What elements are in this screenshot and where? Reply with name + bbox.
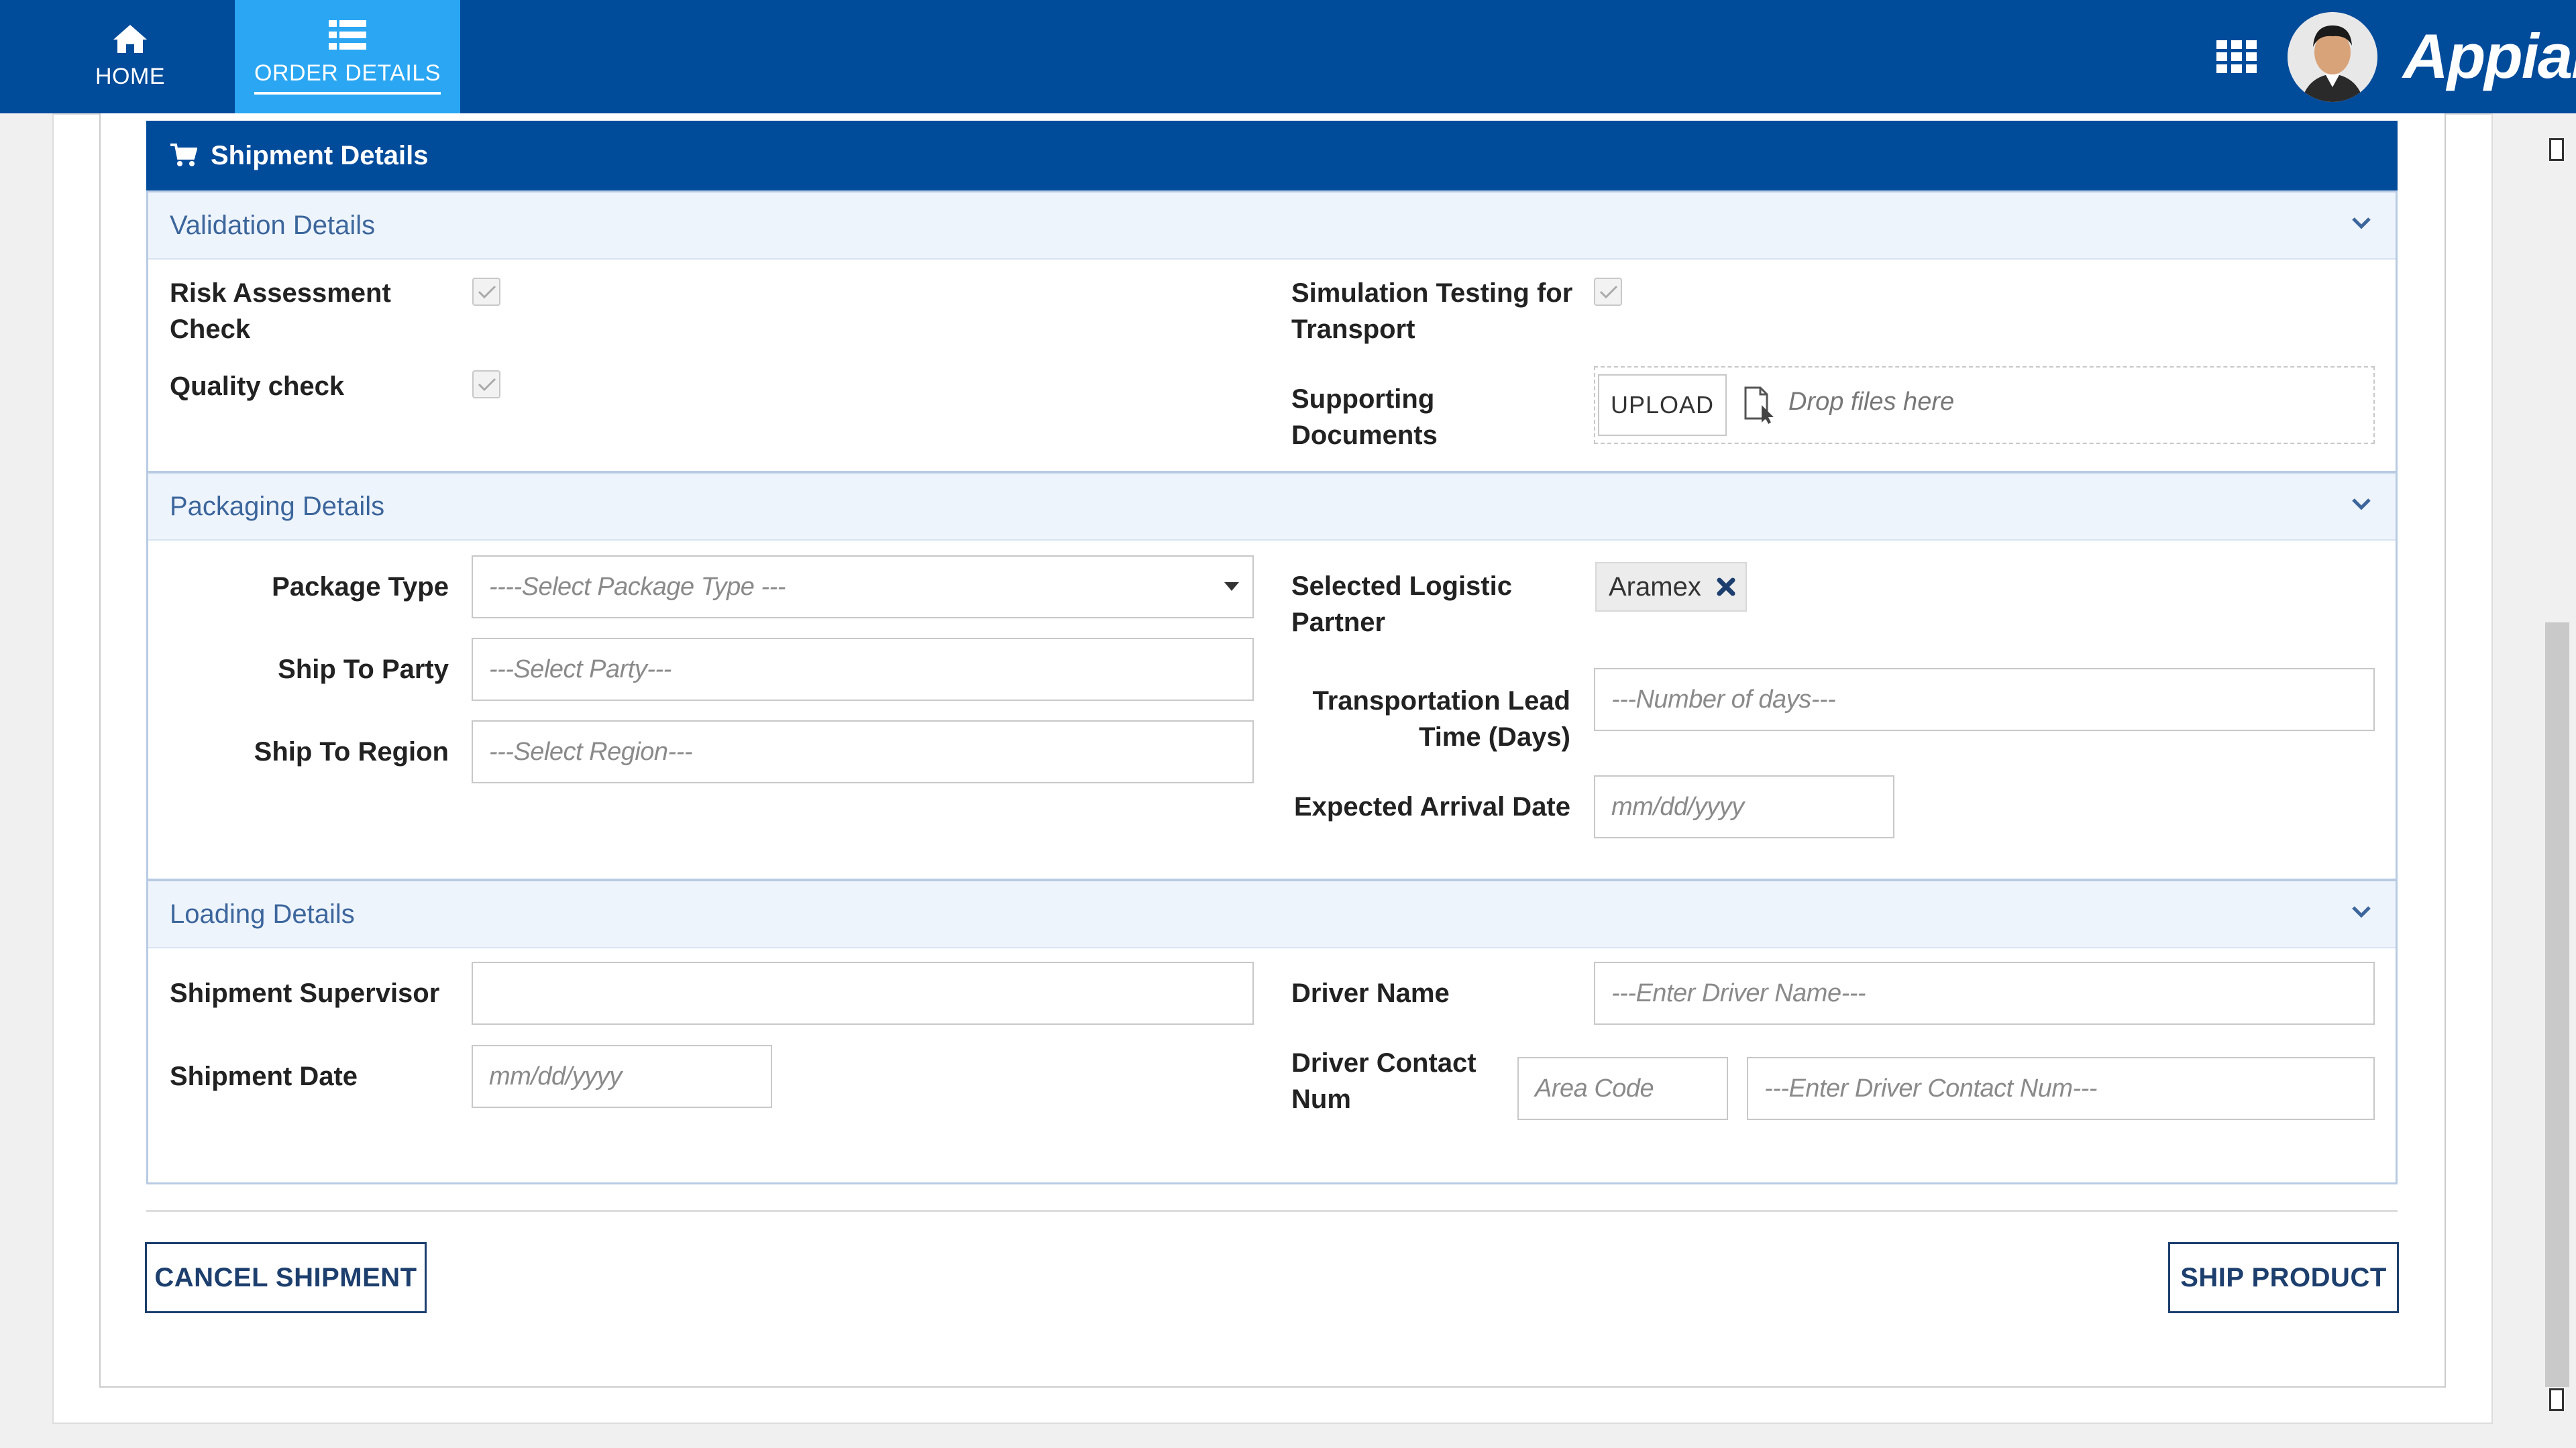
scroll-up-icon[interactable] (2549, 138, 2564, 161)
lead-time-label: Transportation Lead Time (Days) (1312, 686, 1571, 752)
nav-tab-order-details[interactable]: ORDER DETAILS (235, 0, 460, 113)
appian-logo: Appian (2403, 21, 2576, 91)
section-validation-details[interactable]: Validation Details (148, 192, 2396, 260)
logistic-partner-label: Selected Logistic Partner (1291, 571, 1512, 637)
arrival-date-input[interactable]: mm/dd/yyyy (1594, 775, 1894, 838)
logistic-partner-value: Aramex (1609, 571, 1701, 602)
section-packaging-title: Packaging Details (170, 491, 385, 521)
supporting-documents-label: Supporting Documents (1291, 384, 1438, 450)
quality-check-label: Quality check (170, 372, 345, 401)
shipment-details-title: Shipment Details (211, 140, 429, 170)
shipment-date-input[interactable]: mm/dd/yyyy (472, 1045, 772, 1108)
home-icon (113, 25, 147, 53)
ship-to-region-placeholder: ---Select Region--- (489, 737, 693, 766)
shipment-date-label: Shipment Date (170, 1062, 358, 1091)
risk-assessment-label: Risk Assessment Check (170, 278, 391, 344)
section-packaging-details[interactable]: Packaging Details (148, 474, 2396, 541)
section-loading-details[interactable]: Loading Details (148, 881, 2396, 948)
caret-down-icon (1224, 582, 1239, 591)
package-type-label: Package Type (272, 572, 449, 602)
nav-tab-order-details-label: ORDER DETAILS (254, 60, 441, 95)
top-nav-bar: HOME ORDER DETAILS Appian (0, 0, 2576, 113)
arrival-date-label: Expected Arrival Date (1293, 792, 1570, 822)
ship-product-button[interactable]: SHIP PRODUCT (2168, 1242, 2399, 1313)
shipment-details-header: Shipment Details (146, 121, 2398, 190)
check-icon (1599, 285, 1618, 299)
logistic-partner-chip: Aramex (1595, 562, 1747, 612)
chevron-down-icon[interactable] (2351, 217, 2371, 230)
ship-to-party-label: Ship To Party (278, 655, 449, 684)
user-avatar-image (2288, 12, 2377, 102)
cancel-shipment-button[interactable]: CANCEL SHIPMENT (145, 1242, 427, 1313)
chevron-down-icon[interactable] (2351, 905, 2371, 919)
quality-check-checkbox[interactable] (472, 370, 500, 398)
check-icon (478, 378, 496, 392)
ship-to-region-input[interactable]: ---Select Region--- (472, 720, 1254, 783)
package-type-placeholder: ----Select Package Type --- (489, 572, 786, 601)
driver-contact-label: Driver Contact Num (1291, 1048, 1477, 1114)
driver-contact-placeholder: ---Enter Driver Contact Num--- (1764, 1074, 2097, 1103)
simulation-testing-checkbox[interactable] (1594, 278, 1622, 306)
risk-assessment-checkbox[interactable] (472, 278, 500, 306)
driver-name-placeholder: ---Enter Driver Name--- (1611, 979, 1866, 1007)
simulation-testing-label: Simulation Testing for Transport (1291, 278, 1573, 344)
form-divider (146, 1210, 2398, 1212)
package-type-select[interactable]: ----Select Package Type --- (472, 555, 1254, 618)
file-upload-icon (1744, 386, 1774, 424)
driver-name-label: Driver Name (1291, 979, 1450, 1008)
shipment-supervisor-input[interactable] (472, 962, 1254, 1025)
upload-button[interactable]: UPLOAD (1598, 374, 1727, 436)
scrollbar-thumb[interactable] (2545, 622, 2569, 1387)
driver-name-input[interactable]: ---Enter Driver Name--- (1594, 962, 2375, 1025)
drop-files-text: Drop files here (1788, 388, 1955, 416)
check-icon (478, 285, 496, 299)
chevron-down-icon[interactable] (2351, 498, 2371, 511)
driver-contact-input[interactable]: ---Enter Driver Contact Num--- (1747, 1057, 2375, 1120)
arrival-date-placeholder: mm/dd/yyyy (1611, 792, 1744, 821)
nav-tab-home-label: HOME (95, 64, 165, 89)
lead-time-placeholder: ---Number of days--- (1611, 685, 1836, 714)
section-loading-title: Loading Details (170, 899, 355, 929)
nav-tab-home[interactable]: HOME (56, 0, 204, 113)
ship-to-party-placeholder: ---Select Party--- (489, 655, 672, 683)
shipment-supervisor-label: Shipment Supervisor (170, 979, 440, 1008)
scroll-down-icon[interactable] (2549, 1388, 2564, 1411)
area-code-placeholder: Area Code (1535, 1074, 1654, 1103)
section-validation-title: Validation Details (170, 210, 376, 240)
shipment-date-placeholder: mm/dd/yyyy (489, 1062, 622, 1091)
ship-to-region-label: Ship To Region (254, 737, 449, 767)
ship-to-party-input[interactable]: ---Select Party--- (472, 638, 1254, 701)
list-icon (329, 20, 366, 50)
cart-icon (170, 144, 197, 166)
area-code-input[interactable]: Area Code (1517, 1057, 1728, 1120)
user-avatar[interactable] (2288, 12, 2377, 102)
app-grid-icon[interactable] (2216, 40, 2257, 74)
lead-time-input[interactable]: ---Number of days--- (1594, 668, 2375, 731)
remove-icon[interactable] (1716, 577, 1736, 597)
